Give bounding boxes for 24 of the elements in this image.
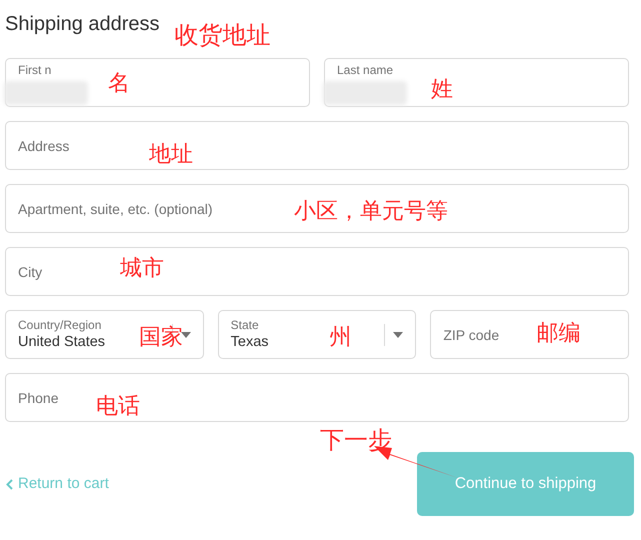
input-field[interactable]: Last name 姓 xyxy=(324,58,629,107)
annotation-text: 地址 xyxy=(149,144,193,166)
select-field[interactable]: State Texas 州 xyxy=(218,310,416,359)
chevron-left-icon xyxy=(6,478,13,490)
field-label: Last name xyxy=(337,64,394,76)
caret-icon xyxy=(393,332,404,338)
annotation-text: 小区，单元号等 xyxy=(294,201,448,223)
field-label: First n xyxy=(18,64,52,76)
field-value: Texas xyxy=(230,332,269,352)
section-title: Shipping address xyxy=(5,12,160,37)
field-value: United States xyxy=(18,332,106,352)
field-label: State xyxy=(230,318,259,333)
annotation-text: 邮编 xyxy=(536,323,580,345)
field-label: Country/Region xyxy=(18,318,102,333)
annotation-text: 州 xyxy=(330,327,352,349)
annotation-text: 收货地址 xyxy=(174,23,271,47)
select-field[interactable]: Country/Region United States 国家 xyxy=(5,310,204,359)
annotation-text: 名 xyxy=(108,73,130,95)
input-field[interactable]: First n 名 xyxy=(5,58,310,107)
annotation-text: 姓 xyxy=(431,79,453,101)
annotation-text: 城市 xyxy=(120,258,164,280)
caret-icon xyxy=(180,332,191,338)
annotation-text: 国家 xyxy=(139,327,183,349)
annotation-text: 电话 xyxy=(96,396,140,418)
